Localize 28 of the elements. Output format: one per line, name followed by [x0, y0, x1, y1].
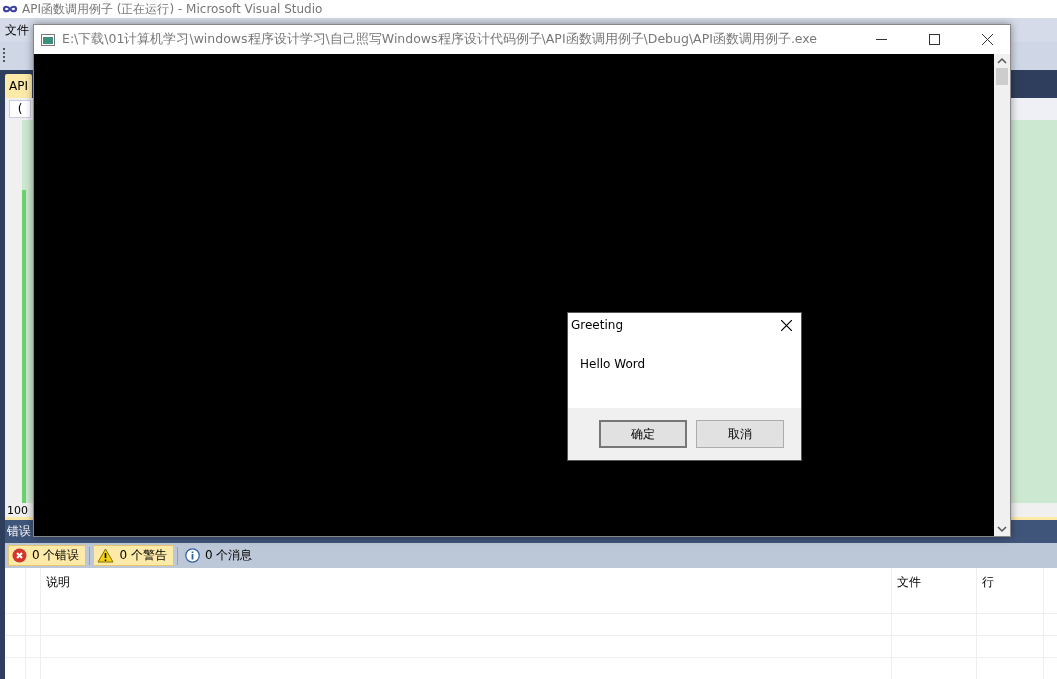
- close-icon[interactable]: [981, 34, 993, 45]
- zoom-level[interactable]: 100: [7, 503, 28, 517]
- error-icon: [12, 548, 27, 563]
- console-app-icon: [41, 33, 55, 46]
- filter-button[interactable]: 0 个错误: [8, 545, 87, 566]
- column-header[interactable]: 文件: [891, 568, 976, 591]
- minimize-icon[interactable]: [875, 39, 887, 40]
- menu-item[interactable]: 文件: [5, 21, 29, 39]
- maximize-icon[interactable]: [928, 34, 940, 45]
- panel-title: 错误: [7, 523, 31, 540]
- window-title: E:\下载\01计算机学习\windows程序设计学习\自己照写Windows程序设计代码例子\API函数调用例子\Debug\API函数调用例子.exe: [62, 31, 819, 48]
- dialog-title: Greeting: [571, 318, 623, 332]
- column-header[interactable]: 行: [976, 568, 1043, 591]
- info-icon: [184, 548, 200, 563]
- infinity-logo-icon: [2, 5, 18, 13]
- column-header[interactable]: 说明: [40, 568, 891, 591]
- filter-button[interactable]: 0 个消息: [180, 545, 260, 566]
- dialog-button[interactable]: 取消: [696, 420, 784, 448]
- dialog-message: Hello Word: [580, 357, 646, 371]
- filter-button[interactable]: 0 个警告: [93, 545, 174, 566]
- warning-icon: [97, 548, 115, 563]
- document-tab[interactable]: API: [5, 74, 32, 98]
- navigation-dropdown[interactable]: (: [9, 100, 31, 118]
- scrollbar[interactable]: [994, 54, 1010, 536]
- close-icon[interactable]: [781, 319, 792, 331]
- dialog-button[interactable]: 确定: [599, 420, 687, 448]
- scroll-thumb[interactable]: [996, 68, 1008, 85]
- window-title: API函数调用例子 (正在运行) - Microsoft Visual Studio: [22, 0, 323, 18]
